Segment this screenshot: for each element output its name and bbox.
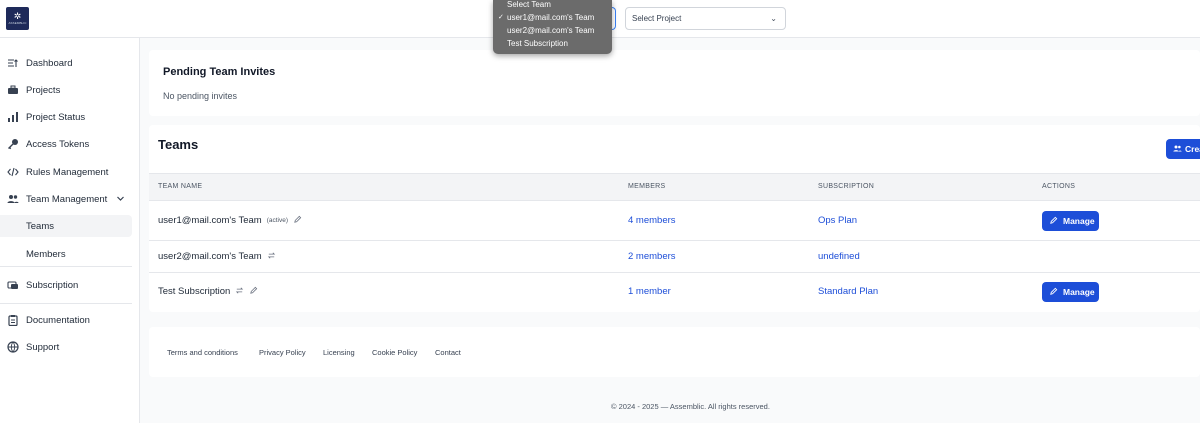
pencil-icon [1049, 287, 1058, 298]
sidebar: Dashboard Projects Project Status Access… [0, 38, 140, 423]
subscription-link[interactable]: Ops Plan [818, 215, 857, 226]
footer-link-licensing[interactable]: Licensing [323, 348, 355, 357]
project-select-value: Select Project [632, 14, 682, 23]
team-name: Test Subscription [158, 286, 231, 297]
logo-wordmark: ASSEMBLIC [8, 21, 27, 25]
sidebar-item-label: Team Management [26, 193, 108, 205]
manage-button[interactable]: Manage [1042, 282, 1099, 302]
team-name-cell: Test Subscription [158, 286, 258, 297]
manage-button[interactable]: Manage [1042, 211, 1099, 231]
clipboard-icon [7, 314, 19, 327]
manage-label: Manage [1063, 287, 1095, 297]
logo-mark-icon: ✲ [13, 11, 22, 21]
members-link[interactable]: 2 members [628, 251, 676, 262]
footer-link-contact[interactable]: Contact [435, 348, 461, 357]
sidebar-item-project-status[interactable]: Project Status [0, 106, 139, 128]
switch-icon[interactable] [267, 251, 276, 262]
checkmark-icon: ✓ [498, 14, 504, 21]
sidebar-item-support[interactable]: Support [0, 336, 139, 358]
dropdown-option-user1-team[interactable]: ✓ user1@mail.com's Team [493, 12, 612, 24]
sidebar-divider [0, 266, 132, 267]
briefcase-icon [7, 84, 19, 96]
sidebar-subitem-label: Teams [26, 220, 54, 232]
teams-card: Teams Create TEAM NAME MEMBERS SUBSCRIPT… [149, 125, 1200, 312]
pencil-icon[interactable] [249, 286, 258, 297]
sidebar-item-access-tokens[interactable]: Access Tokens [0, 133, 139, 155]
team-name: user2@mail.com's Team [158, 251, 262, 262]
code-icon [7, 166, 19, 178]
sidebar-item-documentation[interactable]: Documentation [0, 309, 139, 331]
sidebar-item-rules-management[interactable]: Rules Management [0, 161, 139, 183]
subscription-link[interactable]: Standard Plan [818, 286, 878, 297]
sidebar-item-projects[interactable]: Projects [0, 79, 139, 101]
active-badge: (active) [266, 217, 288, 224]
bar-chart-icon [7, 111, 19, 123]
footer-link-cookie[interactable]: Cookie Policy [372, 348, 417, 357]
manage-label: Manage [1063, 216, 1095, 226]
teams-table-header: TEAM NAME MEMBERS SUBSCRIPTION ACTIONS [149, 173, 1200, 201]
dropdown-option-test-subscription[interactable]: Test Subscription [493, 38, 612, 50]
column-header-members: MEMBERS [628, 183, 666, 190]
column-header-team-name: TEAM NAME [158, 183, 203, 190]
copyright-text: © 2024 - 2025 — Assemblic. All rights re… [611, 402, 770, 411]
sidebar-subitem-members[interactable]: Members [0, 243, 132, 265]
dropdown-option-user2-team[interactable]: user2@mail.com's Team [493, 25, 612, 37]
subscription-icon [7, 279, 19, 291]
create-team-button[interactable]: Create [1166, 139, 1200, 159]
team-name-cell: user1@mail.com's Team (active) [158, 215, 302, 226]
column-header-actions: ACTIONS [1042, 183, 1076, 190]
assemblic-logo[interactable]: ✲ ASSEMBLIC [6, 7, 29, 30]
sidebar-item-label: Dashboard [26, 57, 73, 69]
chevron-down-icon: ⌄ [770, 14, 777, 23]
sidebar-item-label: Access Tokens [26, 138, 90, 150]
users-icon [1173, 144, 1182, 155]
members-link[interactable]: 1 member [628, 286, 671, 297]
users-icon [7, 193, 19, 205]
sidebar-subitem-teams[interactable]: Teams [0, 215, 132, 237]
table-row: user2@mail.com's Team 2 members undefine… [149, 241, 1200, 273]
sidebar-item-team-management[interactable]: Team Management [0, 188, 139, 210]
pending-invites-empty: No pending invites [163, 91, 238, 101]
switch-icon[interactable] [235, 286, 244, 297]
sidebar-item-label: Rules Management [26, 166, 109, 178]
dropdown-option-label: Select Team [507, 0, 551, 9]
sidebar-item-label: Subscription [26, 279, 79, 291]
sidebar-item-label: Project Status [26, 111, 86, 123]
sidebar-item-label: Support [26, 341, 60, 353]
dropdown-option-label: user2@mail.com's Team [507, 26, 595, 35]
sidebar-item-label: Projects [26, 84, 61, 96]
team-name-cell: user2@mail.com's Team [158, 251, 276, 262]
table-row: user1@mail.com's Team (active) 4 members… [149, 202, 1200, 241]
chevron-down-icon[interactable] [116, 194, 125, 205]
team-select-dropdown: Select Team ✓ user1@mail.com's Team user… [493, 0, 612, 54]
dashboard-icon [7, 57, 19, 69]
key-icon [7, 138, 19, 150]
teams-title: Teams [158, 137, 199, 152]
sidebar-item-label: Documentation [26, 314, 90, 326]
pencil-icon [1049, 216, 1058, 227]
team-name: user1@mail.com's Team [158, 215, 262, 226]
sidebar-divider [0, 303, 132, 304]
sidebar-item-subscription[interactable]: Subscription [0, 274, 139, 296]
members-link[interactable]: 4 members [628, 215, 676, 226]
column-header-subscription: SUBSCRIPTION [818, 183, 875, 190]
subscription-link[interactable]: undefined [818, 251, 860, 262]
pending-invites-title: Pending Team Invites [163, 66, 276, 78]
create-team-label: Create [1185, 144, 1200, 154]
dropdown-option-label: Test Subscription [507, 39, 568, 48]
dropdown-option-select-team[interactable]: Select Team [493, 0, 612, 11]
footer-link-terms[interactable]: Terms and conditions [167, 348, 238, 357]
project-select[interactable]: Select Project ⌄ [625, 7, 786, 30]
sidebar-item-dashboard[interactable]: Dashboard [0, 52, 139, 74]
table-row: Test Subscription 1 member Standard Plan… [149, 273, 1200, 312]
sidebar-subitem-label: Members [26, 248, 66, 260]
pending-invites-card: Pending Team Invites No pending invites [149, 50, 1200, 116]
footer-link-privacy[interactable]: Privacy Policy [259, 348, 306, 357]
globe-icon [7, 341, 19, 353]
dropdown-option-label: user1@mail.com's Team [507, 13, 595, 22]
footer-links-card: Terms and conditions Privacy Policy Lice… [149, 327, 1200, 377]
pencil-icon[interactable] [293, 215, 302, 226]
